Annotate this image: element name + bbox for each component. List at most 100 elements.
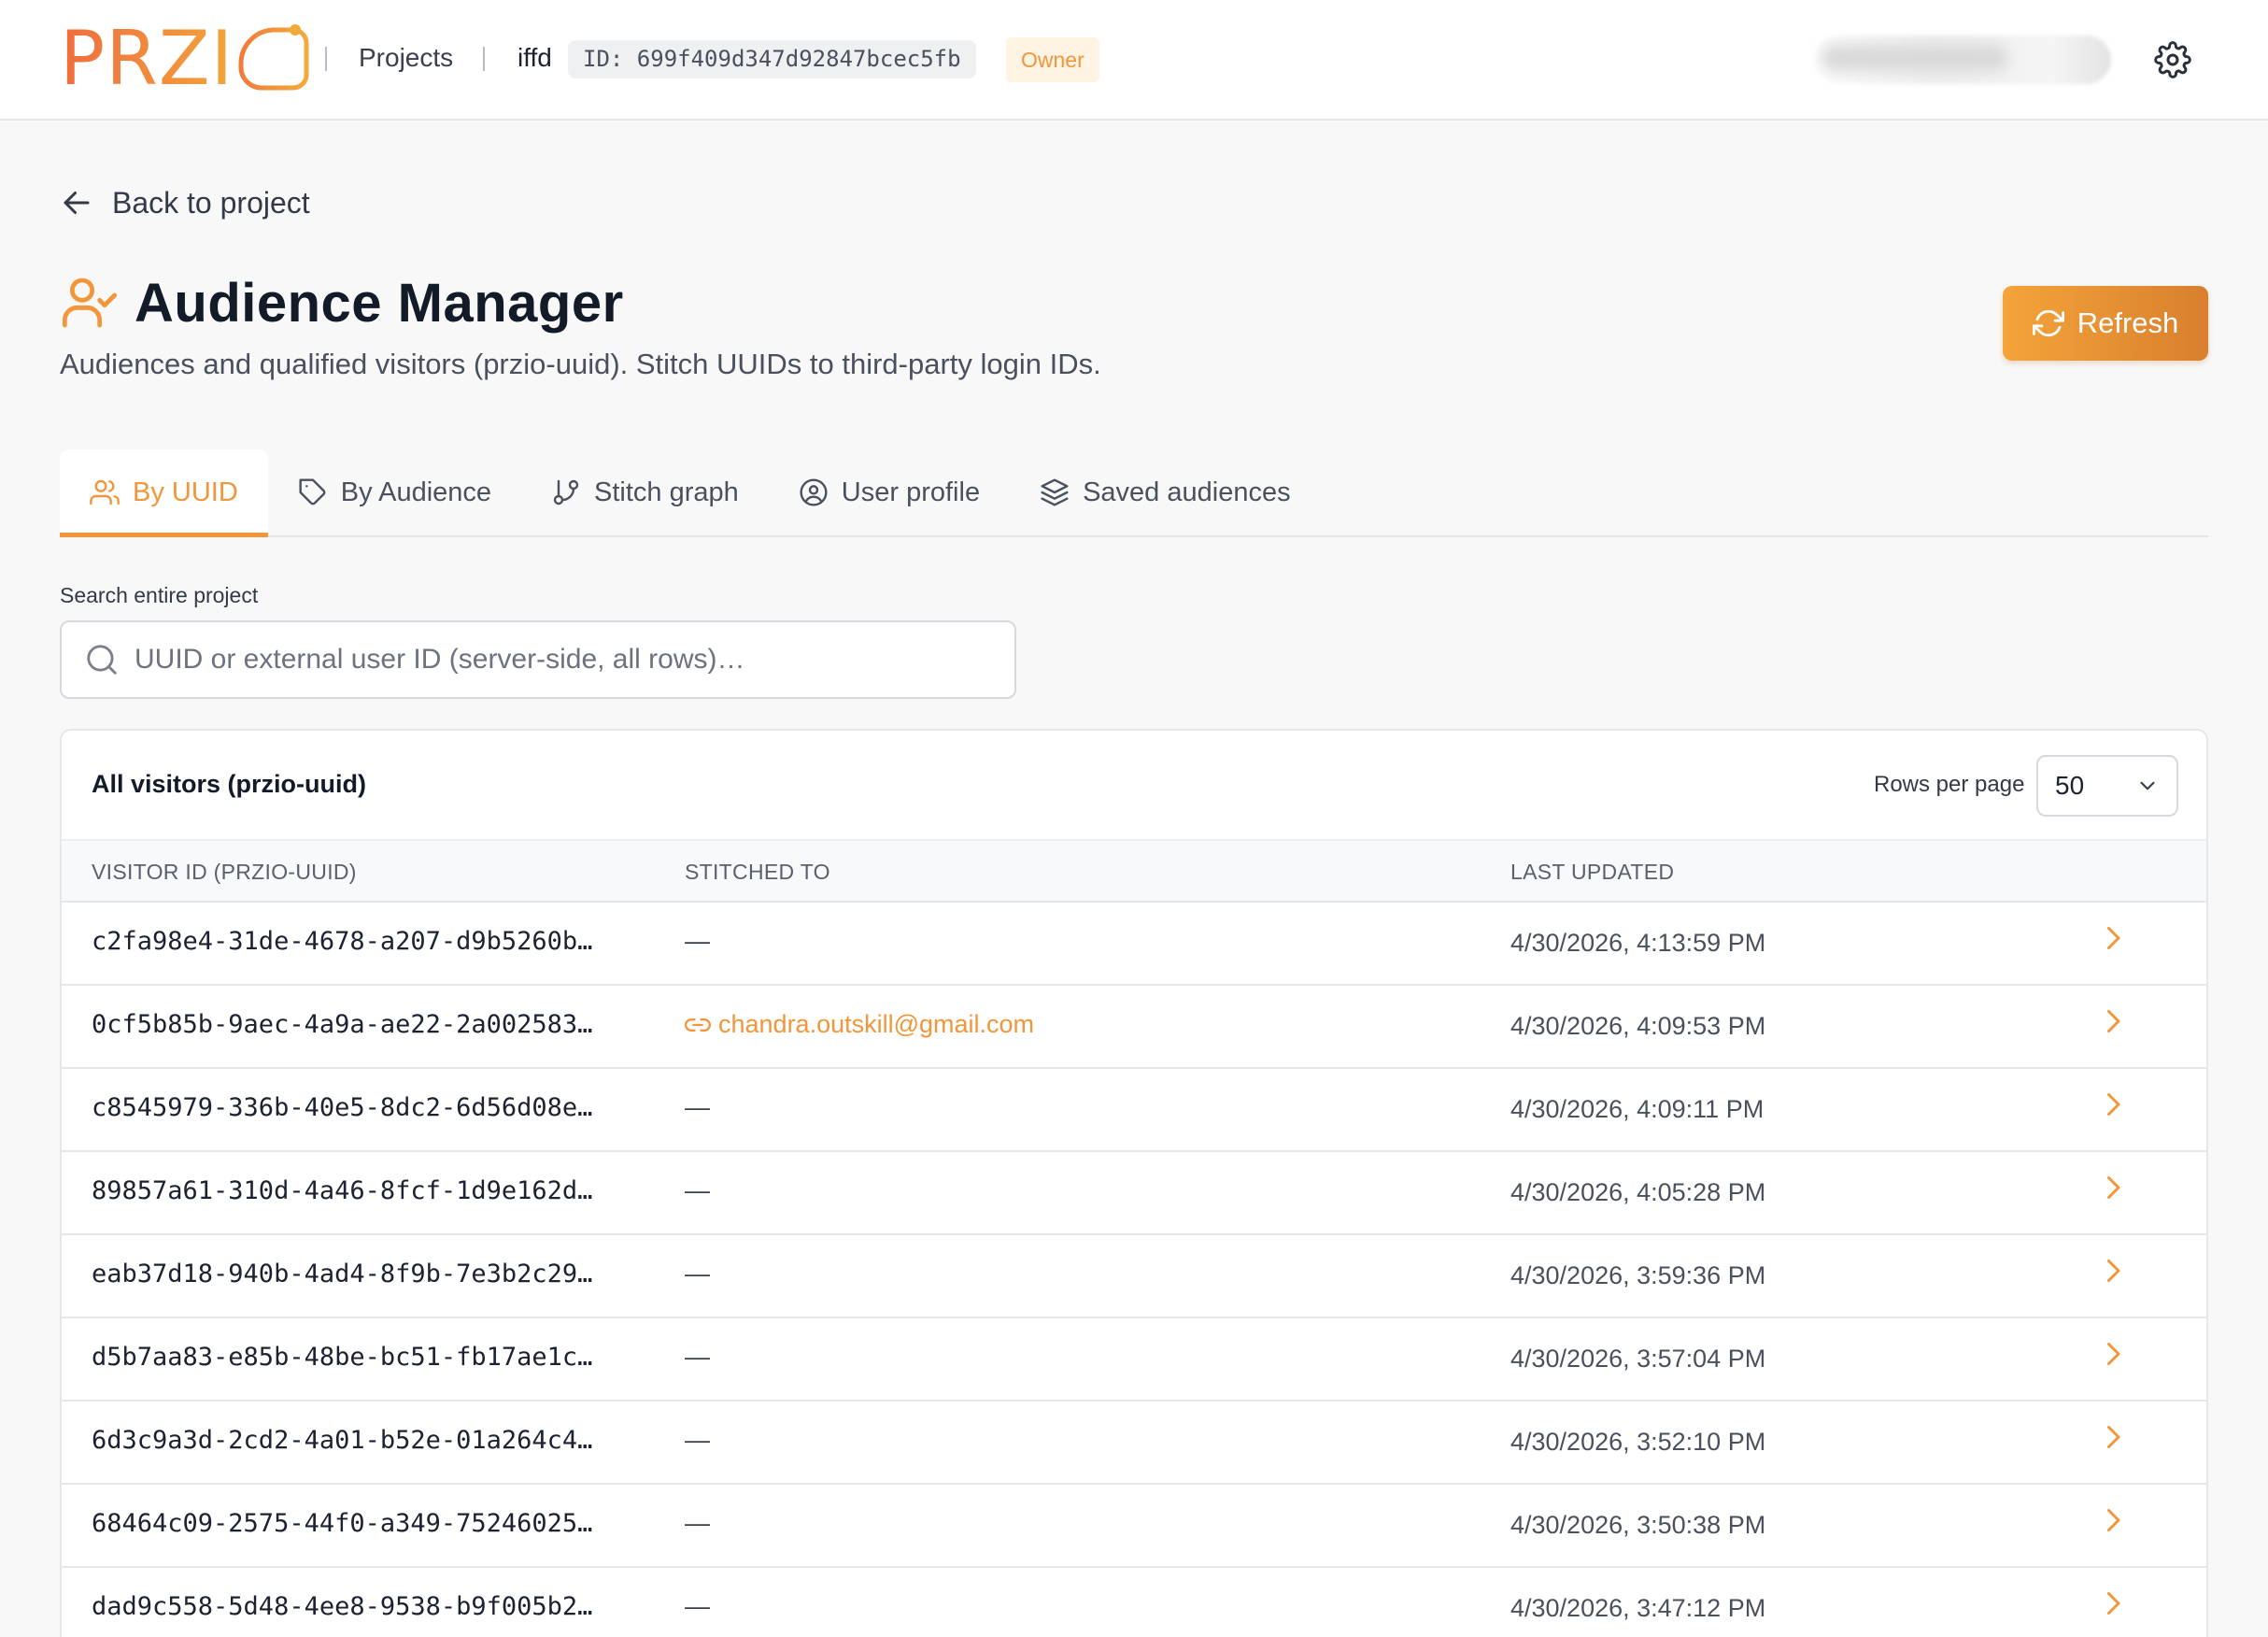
last-updated: 4/30/2026, 3:59:36 PM — [1510, 1261, 1766, 1289]
role-badge: Owner — [1006, 37, 1099, 82]
visitor-uuid: c8545979-336b-40e5-8dc2-6d56d08e… — [92, 1093, 593, 1122]
chevron-down-icon — [2140, 781, 2155, 790]
last-updated: 4/30/2026, 4:09:11 PM — [1510, 1095, 1765, 1123]
table-row[interactable]: 6d3c9a3d-2cd2-4a01-b52e-01a264c4… — 4/30… — [62, 1402, 2206, 1485]
logo-mark-icon — [238, 24, 309, 91]
arrow-left-icon — [64, 192, 90, 214]
visitor-uuid: 89857a61-310d-4a46-8fcf-1d9e162d… — [92, 1176, 593, 1205]
visitors-table-card: All visitors (przio-uuid) Rows per page … — [60, 729, 2208, 1637]
table-row[interactable]: 0cf5b85b-9aec-4a9a-ae22-2a002583… chandr… — [62, 986, 2206, 1069]
refresh-icon — [2032, 309, 2064, 337]
tab-label: By Audience — [340, 477, 492, 507]
last-updated: 4/30/2026, 3:52:10 PM — [1510, 1428, 1766, 1456]
stitched-to: — — [685, 1426, 710, 1454]
gear-icon[interactable] — [2154, 41, 2191, 78]
table-row[interactable]: 68464c09-2575-44f0-a349-75246025… — 4/30… — [62, 1485, 2206, 1568]
last-updated: 4/30/2026, 3:50:38 PM — [1510, 1511, 1766, 1539]
link-icon — [685, 1018, 711, 1032]
last-updated: 4/30/2026, 4:13:59 PM — [1510, 929, 1766, 957]
table-header-bar: All visitors (przio-uuid) Rows per page … — [62, 731, 2206, 841]
table-row[interactable]: d5b7aa83-e85b-48be-bc51-fb17ae1c… — 4/30… — [62, 1318, 2206, 1402]
visitor-uuid: 6d3c9a3d-2cd2-4a01-b52e-01a264c4… — [92, 1426, 593, 1455]
column-header-visitor-id[interactable]: VISITOR ID (PRZIO-UUID) — [92, 860, 357, 885]
refresh-button[interactable]: Refresh — [2003, 286, 2208, 361]
stitched-to: — — [685, 1260, 710, 1288]
breadcrumb-projects[interactable]: Projects — [359, 41, 453, 75]
visitor-uuid: c2fa98e4-31de-4678-a207-d9b5260b… — [92, 927, 593, 956]
tab-label: User profile — [841, 477, 981, 507]
search-label: Search entire project — [60, 583, 259, 607]
column-header-stitched-to[interactable]: STITCHED TO — [685, 860, 830, 885]
last-updated: 4/30/2026, 3:57:04 PM — [1510, 1345, 1766, 1373]
back-label: Back to project — [112, 185, 310, 220]
table-head: VISITOR ID (PRZIO-UUID) STITCHED TO LAST… — [62, 841, 2206, 903]
last-updated: 4/30/2026, 4:09:53 PM — [1510, 1012, 1766, 1040]
stitched-to: — — [685, 927, 710, 955]
page-subtitle: Audiences and qualified visitors (przio-… — [60, 348, 1101, 380]
tab-stitch-graph[interactable]: Stitch graph — [521, 449, 769, 535]
table-row[interactable]: c2fa98e4-31de-4678-a207-d9b5260b… — 4/30… — [62, 903, 2206, 986]
visitor-uuid: 0cf5b85b-9aec-4a9a-ae22-2a002583… — [92, 1010, 593, 1039]
page-title: Audience Manager — [135, 272, 624, 334]
chevron-right-icon[interactable] — [2096, 1420, 2130, 1454]
stitched-to: — — [685, 1093, 710, 1121]
chevron-right-icon[interactable] — [2096, 1171, 2130, 1204]
last-updated: 4/30/2026, 4:05:28 PM — [1510, 1178, 1766, 1206]
stitched-to: — — [685, 1176, 710, 1204]
logo-text: PRZI — [60, 15, 234, 102]
last-updated: 4/30/2026, 3:47:12 PM — [1510, 1594, 1766, 1622]
search-icon — [87, 645, 117, 675]
tab-by-uuid[interactable]: By UUID — [60, 449, 268, 537]
column-header-last-updated[interactable]: LAST UPDATED — [1510, 860, 1674, 885]
tab-label: Stitch graph — [594, 477, 739, 507]
tab-saved-audiences[interactable]: Saved audiences — [1010, 449, 1321, 535]
chevron-right-icon[interactable] — [2096, 1337, 2130, 1371]
visitor-uuid: dad9c558-5d48-4ee8-9538-b9f005b2… — [92, 1592, 593, 1621]
table-body: c2fa98e4-31de-4678-a207-d9b5260b… — 4/30… — [62, 903, 2206, 1637]
user-check-icon — [62, 278, 118, 328]
breadcrumb-divider — [483, 47, 485, 71]
visitor-uuid: d5b7aa83-e85b-48be-bc51-fb17ae1c… — [92, 1343, 593, 1372]
user-name-redacted — [1821, 45, 2008, 71]
refresh-label: Refresh — [2077, 306, 2179, 339]
stitched-to: — — [685, 1509, 710, 1537]
table-row[interactable]: 89857a61-310d-4a46-8fcf-1d9e162d… — 4/30… — [62, 1152, 2206, 1235]
search-field[interactable] — [60, 620, 1016, 699]
table-row[interactable]: c8545979-336b-40e5-8dc2-6d56d08e… — 4/30… — [62, 1069, 2206, 1152]
chevron-right-icon[interactable] — [2096, 1004, 2130, 1038]
users-icon — [90, 479, 120, 505]
rows-per-page-label: Rows per page — [1874, 772, 2025, 797]
chevron-right-icon[interactable] — [2096, 1587, 2130, 1620]
logo[interactable]: PRZI — [60, 15, 312, 102]
tab-label: By UUID — [133, 477, 238, 507]
breadcrumb-project-name: iffd — [517, 43, 552, 72]
chevron-right-icon[interactable] — [2096, 921, 2130, 955]
tab-bar: By UUID By Audience Stitch graph User pr… — [60, 449, 2208, 537]
top-bar: PRZI Projects iffd ID: 699f409d347d92847… — [0, 0, 2268, 121]
rows-per-page-select[interactable]: 50 — [2036, 755, 2178, 817]
stitched-to: — — [685, 1592, 710, 1620]
user-circle-icon — [800, 478, 828, 506]
stitched-to: — — [685, 1343, 710, 1371]
tab-by-audience[interactable]: By Audience — [268, 449, 521, 535]
project-id-chip: ID: 699f409d347d92847bcec5fb — [568, 40, 976, 78]
chevron-right-icon[interactable] — [2096, 1503, 2130, 1537]
layers-icon — [1041, 478, 1069, 506]
visitor-uuid: 68464c09-2575-44f0-a349-75246025… — [92, 1509, 593, 1538]
table-row[interactable]: eab37d18-940b-4ad4-8f9b-7e3b2c29… — 4/30… — [62, 1235, 2206, 1318]
visitor-uuid: eab37d18-940b-4ad4-8f9b-7e3b2c29… — [92, 1260, 593, 1288]
stitched-to-link[interactable]: chandra.outskill@gmail.com — [685, 1010, 1034, 1039]
breadcrumb-divider — [325, 47, 327, 71]
chevron-right-icon[interactable] — [2096, 1254, 2130, 1288]
chevron-right-icon[interactable] — [2096, 1088, 2130, 1121]
tab-user-profile[interactable]: User profile — [769, 449, 1010, 535]
search-input[interactable] — [135, 644, 1014, 676]
tag-icon — [299, 478, 326, 505]
back-to-project-link[interactable]: Back to project — [60, 181, 310, 224]
git-branch-icon — [553, 479, 579, 505]
table-title: All visitors (przio-uuid) — [92, 770, 366, 798]
table-row[interactable]: dad9c558-5d48-4ee8-9538-b9f005b2… — 4/30… — [62, 1568, 2206, 1637]
rows-per-page-value: 50 — [2055, 771, 2085, 800]
tab-label: Saved audiences — [1083, 477, 1291, 507]
stitched-email: chandra.outskill@gmail.com — [718, 1010, 1035, 1038]
